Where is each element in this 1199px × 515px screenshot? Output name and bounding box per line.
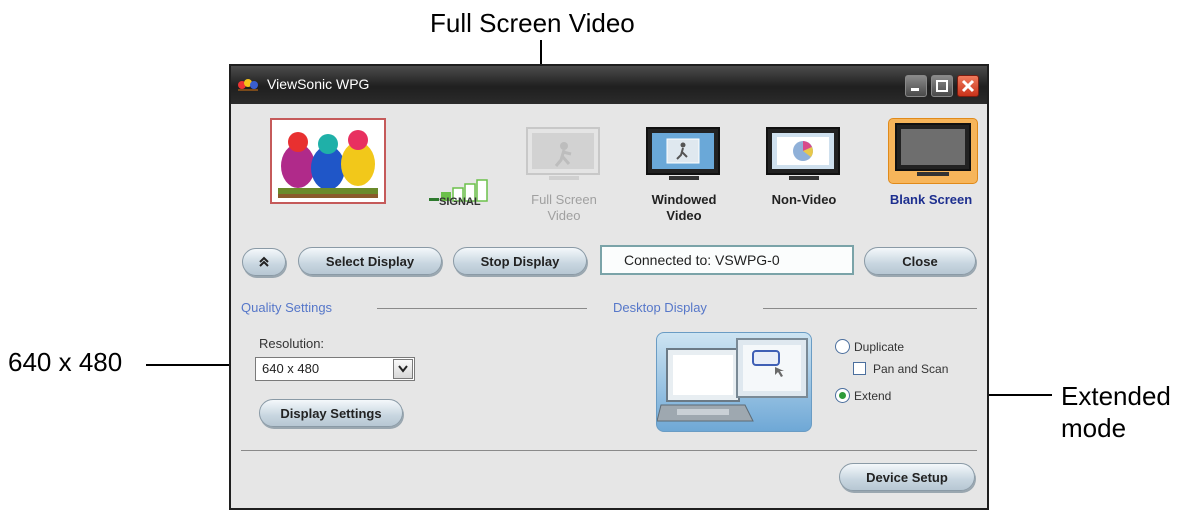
desktop-divider (763, 308, 977, 309)
callout-extended: Extended (1061, 381, 1171, 411)
window-title: ViewSonic WPG (267, 76, 370, 92)
duplicate-radio[interactable] (835, 339, 850, 354)
maximize-button[interactable] (931, 75, 953, 97)
callout-resolution: 640 x 480 (8, 347, 123, 377)
full-screen-monitor-icon (526, 127, 600, 180)
quality-settings-title: Quality Settings (241, 300, 333, 315)
close-button[interactable]: Close (864, 247, 976, 275)
viewsonic-birds-icon (238, 79, 258, 91)
select-display-button[interactable]: Select Display (298, 247, 442, 275)
callout-mode: mode (1061, 413, 1127, 443)
blank-monitor-icon (895, 123, 971, 176)
mode-full-screen-video[interactable]: Full Screen Video (509, 126, 619, 226)
minimize-icon (911, 88, 919, 91)
chevron-down-icon[interactable] (393, 359, 413, 379)
desktop-display-title: Desktop Display (613, 300, 707, 315)
mode-windowed-video[interactable]: Windowed Video (629, 126, 739, 226)
quality-divider (377, 308, 587, 309)
collapse-button[interactable] (242, 248, 286, 276)
title-bar[interactable]: ViewSonic WPG (231, 66, 987, 104)
stop-display-button[interactable]: Stop Display (453, 247, 587, 275)
windowed-monitor-icon (646, 127, 720, 180)
signal-label: SIGNAL (439, 196, 481, 208)
device-setup-button[interactable]: Device Setup (839, 463, 975, 491)
duplicate-label: Duplicate (854, 340, 905, 354)
mode-label-line1: Windowed (651, 192, 717, 207)
close-icon (961, 79, 975, 93)
non-video-monitor-icon (766, 127, 840, 180)
radio-selected-dot (839, 392, 846, 399)
resolution-label: Resolution: (259, 336, 325, 351)
resolution-value: 640 x 480 (262, 361, 320, 376)
mode-label-line1: Full Screen (531, 192, 597, 207)
mode-label-line2: Video (547, 208, 581, 223)
mode-label-line2: Video (666, 208, 702, 223)
footer-divider (241, 450, 977, 451)
mode-blank-screen[interactable]: Blank Screen (865, 114, 985, 226)
minimize-button[interactable] (905, 75, 927, 97)
viewsonic-logo (270, 118, 386, 204)
callout-full-screen-video: Full Screen Video (430, 8, 635, 38)
pan-scan-checkbox[interactable] (853, 362, 866, 375)
mode-label-line1: Non-Video (771, 192, 837, 207)
desktop-illustration (656, 332, 812, 432)
maximize-icon (936, 80, 948, 92)
extend-label: Extend (854, 389, 892, 403)
extend-radio[interactable] (835, 388, 850, 403)
display-settings-button[interactable]: Display Settings (259, 399, 403, 427)
resolution-select[interactable]: 640 x 480 (255, 357, 415, 381)
mode-non-video[interactable]: Non-Video (749, 126, 859, 226)
double-chevron-up-icon (259, 256, 269, 267)
pan-scan-label: Pan and Scan (873, 362, 949, 376)
connection-status: Connected to: VSWPG-0 (600, 245, 854, 275)
app-window: ViewSonic WPG SIGNAL Full Screen Video W… (229, 64, 989, 510)
mode-label-line1: Blank Screen (889, 192, 973, 207)
close-window-button[interactable] (957, 75, 979, 97)
